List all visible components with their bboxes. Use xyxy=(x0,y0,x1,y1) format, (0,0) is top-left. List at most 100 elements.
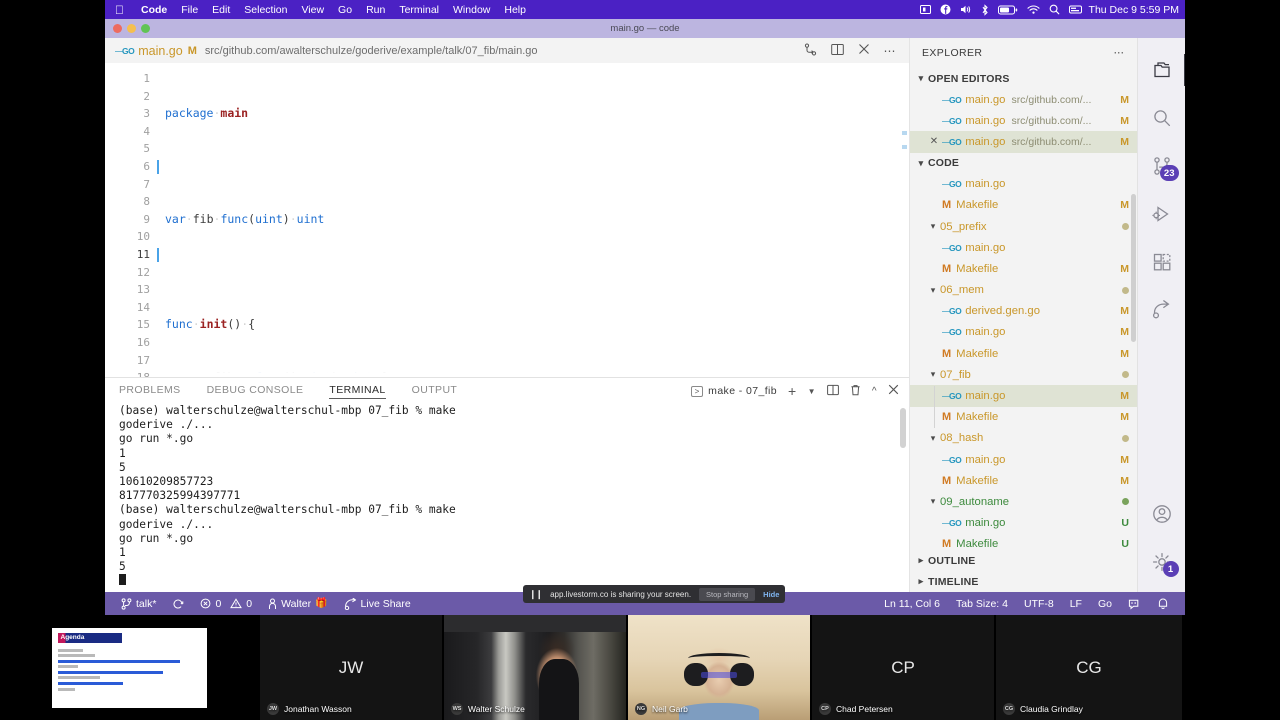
activity-live-share-icon[interactable] xyxy=(1138,286,1186,334)
tree-file-row[interactable]: GOmain.go xyxy=(910,237,1137,258)
section-code[interactable]: ▾ CODE xyxy=(910,153,1137,174)
status-encoding[interactable]: UTF-8 xyxy=(1016,598,1062,610)
activity-account-icon[interactable] xyxy=(1138,490,1186,538)
menubar-clock[interactable]: Thu Dec 9 5:59 PM xyxy=(1089,4,1179,16)
tab-problems[interactable]: PROBLEMS xyxy=(119,384,181,398)
explorer-scrollbar[interactable] xyxy=(1131,194,1136,342)
tree-file-row[interactable]: GOmain.go M xyxy=(910,449,1137,470)
explorer-tree[interactable]: ▾ OPEN EDITORS GO main.go src/github.com… xyxy=(910,68,1137,550)
menu-item-code[interactable]: Code xyxy=(134,4,174,16)
status-live-share[interactable]: Live Share xyxy=(336,597,419,610)
status-eol[interactable]: LF xyxy=(1062,598,1090,610)
split-editor-icon[interactable] xyxy=(830,43,844,59)
activity-search-icon[interactable] xyxy=(1138,94,1186,142)
status-notifications-bell-icon[interactable] xyxy=(1149,597,1177,610)
volume-icon[interactable] xyxy=(960,4,972,15)
screen-record-icon[interactable] xyxy=(919,4,931,15)
tree-folder-row[interactable]: ▾ 08_hash xyxy=(910,428,1137,449)
menu-item-go[interactable]: Go xyxy=(331,4,359,16)
open-editor-row[interactable]: GO main.go src/github.com/... M xyxy=(910,110,1137,131)
tree-file-row[interactable]: GOmain.go M xyxy=(910,322,1137,343)
menu-item-view[interactable]: View xyxy=(294,4,331,16)
tree-folder-row[interactable]: ▾ 09_autoname xyxy=(910,491,1137,512)
spotlight-search-icon[interactable] xyxy=(1049,4,1060,15)
hide-banner-button[interactable]: Hide xyxy=(763,590,779,599)
tree-file-row[interactable]: M Makefile M xyxy=(910,258,1137,279)
activity-source-control-icon[interactable]: 23 xyxy=(1138,142,1186,190)
section-outline[interactable]: ▸ OUTLINE xyxy=(910,550,1137,571)
stop-sharing-button[interactable]: Stop sharing xyxy=(699,587,756,601)
bluetooth-icon[interactable] xyxy=(981,3,989,16)
control-center-icon[interactable] xyxy=(1068,4,1083,15)
open-editor-row[interactable]: GO main.go src/github.com/... M xyxy=(910,89,1137,110)
shared-slide-thumbnail[interactable]: Agenda xyxy=(0,615,258,720)
tab-debug-console[interactable]: DEBUG CONSOLE xyxy=(207,384,304,398)
open-editor-row-selected[interactable]: ✕ GO main.go src/github.com/... M xyxy=(910,131,1137,153)
wifi-icon[interactable] xyxy=(1026,4,1040,15)
status-branch[interactable]: talk* xyxy=(113,598,164,610)
tab-output[interactable]: OUTPUT xyxy=(412,384,458,398)
menu-item-terminal[interactable]: Terminal xyxy=(392,4,446,16)
close-icon[interactable]: ✕ xyxy=(926,136,942,147)
status-feedback-smiley-icon[interactable] xyxy=(1120,598,1149,610)
tree-file-row[interactable]: M Makefile M xyxy=(910,343,1137,364)
more-actions-icon[interactable]: ⋯ xyxy=(884,45,898,57)
source-control-graph-icon[interactable] xyxy=(804,42,817,59)
participant-tile[interactable]: CP CP Chad Petersen xyxy=(812,615,994,720)
close-panel-icon[interactable] xyxy=(888,384,899,398)
tree-file-row[interactable]: M Makefile M xyxy=(910,195,1137,216)
breadcrumb-filename[interactable]: main.go xyxy=(138,44,182,58)
tree-file-row[interactable]: GOderived.gen.go M xyxy=(910,301,1137,322)
terminal-dropdown-icon[interactable]: ▼ xyxy=(808,387,816,396)
code-editor[interactable]: 1 2 3 4 5 6 7 8 9 10 11 12 13 14 15 16 1… xyxy=(105,63,909,377)
pause-icon[interactable]: ❙❙ xyxy=(529,589,543,600)
menu-item-window[interactable]: Window xyxy=(446,4,497,16)
participant-tile[interactable]: NG Neil Garb xyxy=(628,615,810,720)
tree-folder-row[interactable]: ▾ 07_fib xyxy=(910,364,1137,385)
facebook-icon[interactable] xyxy=(940,4,951,15)
activity-run-debug-icon[interactable] xyxy=(1138,190,1186,238)
tree-file-row[interactable]: GOmain.go xyxy=(910,174,1137,195)
menu-item-selection[interactable]: Selection xyxy=(237,4,294,16)
kill-terminal-icon[interactable] xyxy=(850,384,861,399)
tree-folder-row[interactable]: ▾ 06_mem xyxy=(910,280,1137,301)
menu-item-run[interactable]: Run xyxy=(359,4,392,16)
file-name: main.go xyxy=(965,517,1006,530)
section-timeline[interactable]: ▸ TIMELINE xyxy=(910,571,1137,592)
status-language-mode[interactable]: Go xyxy=(1090,598,1120,610)
section-open-editors[interactable]: ▾ OPEN EDITORS xyxy=(910,68,1137,89)
status-sync[interactable] xyxy=(164,598,192,610)
tab-terminal[interactable]: TERMINAL xyxy=(329,384,386,399)
menu-item-file[interactable]: File xyxy=(174,4,205,16)
more-actions-icon[interactable]: ⋯ xyxy=(1114,47,1126,59)
code-file-tree[interactable]: GOmain.goMMakefileM▾05_prefixGOmain.goMM… xyxy=(910,174,1137,550)
participant-tile[interactable]: JW JW Jonathan Wasson xyxy=(260,615,442,720)
breadcrumb-path[interactable]: src/github.com/awalterschulze/goderive/e… xyxy=(205,45,538,57)
status-problems[interactable]: 0 0 xyxy=(192,598,260,610)
apple-logo-icon[interactable]:  xyxy=(115,4,124,16)
tree-file-row[interactable]: GOmain.go M xyxy=(910,385,1137,407)
tree-folder-row[interactable]: ▾ 05_prefix xyxy=(910,216,1137,237)
split-terminal-icon[interactable] xyxy=(827,384,839,399)
terminal-scrollbar[interactable] xyxy=(900,408,906,448)
participant-tile[interactable]: CG CG Claudia Grindlay xyxy=(996,615,1182,720)
terminal-output[interactable]: (base) walterschulze@walterschul-mbp 07_… xyxy=(105,404,909,592)
tree-file-row[interactable]: M Makefile U xyxy=(910,534,1137,550)
tree-file-row[interactable]: M Makefile M xyxy=(910,470,1137,491)
status-cursor-position[interactable]: Ln 11, Col 6 xyxy=(876,598,948,610)
activity-settings-gear-icon[interactable]: 1 xyxy=(1138,538,1186,586)
code-text[interactable]: package·main var·fib·func(uint)·uint fun… xyxy=(161,63,909,377)
menu-item-edit[interactable]: Edit xyxy=(205,4,237,16)
activity-explorer-files-icon[interactable] xyxy=(1138,46,1185,94)
activity-extensions-icon[interactable] xyxy=(1138,238,1186,286)
status-liveshare-session[interactable]: Walter 🎁 xyxy=(260,598,335,610)
participant-tile[interactable]: WS Walter Schulze xyxy=(444,615,626,720)
tree-file-row[interactable]: M Makefile M xyxy=(910,407,1137,428)
status-tab-size[interactable]: Tab Size: 4 xyxy=(948,598,1016,610)
menu-item-help[interactable]: Help xyxy=(497,4,533,16)
maximize-panel-icon[interactable]: ^ xyxy=(872,386,877,397)
terminal-selector[interactable]: > make - 07_fib xyxy=(691,385,777,397)
tree-file-row[interactable]: GOmain.go U xyxy=(910,513,1137,534)
new-terminal-icon[interactable]: + xyxy=(788,384,797,398)
close-editor-icon[interactable] xyxy=(858,43,870,58)
